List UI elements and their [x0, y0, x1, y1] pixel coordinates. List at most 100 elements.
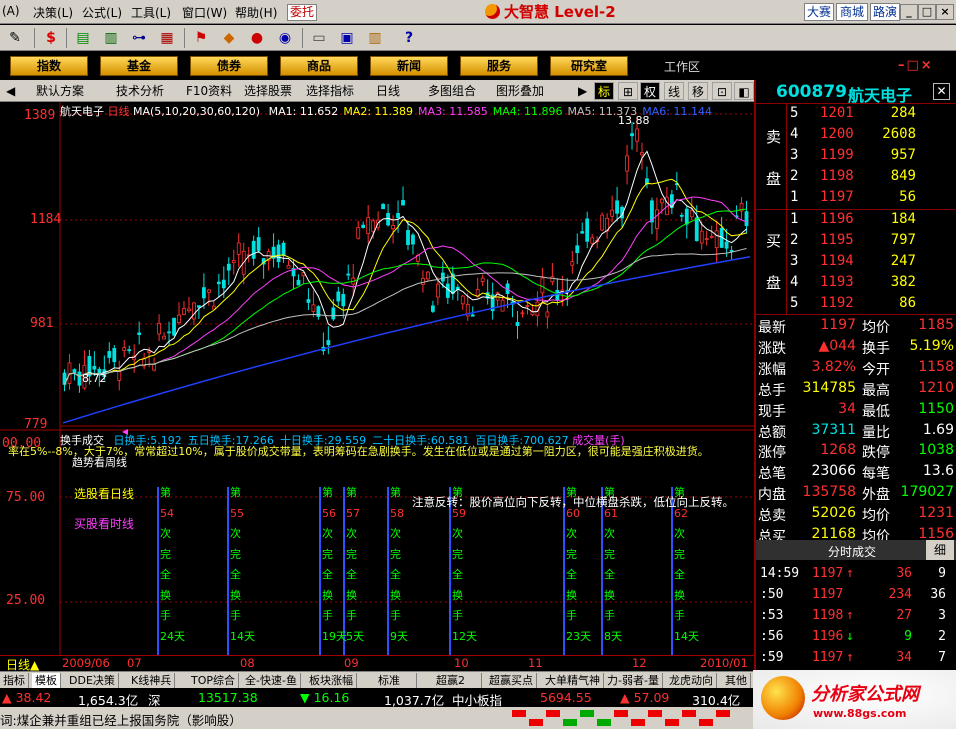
ma-value-number: 11.389 — [374, 105, 414, 118]
restore-icon[interactable]: ⊡ — [712, 82, 732, 100]
tab-template[interactable]: 模板 — [32, 673, 61, 688]
rights-button[interactable]: 权 — [640, 82, 660, 100]
buy-level[interactable]: 2 1195 797 — [756, 231, 956, 252]
select-stock-menu[interactable]: 选择股票 — [244, 82, 292, 100]
circle-icon[interactable]: ● — [246, 28, 268, 48]
menu-decision[interactable]: 决策(L) — [33, 4, 73, 21]
close-button[interactable]: × — [936, 4, 954, 20]
tab-big-order[interactable]: 大单精气神 — [542, 673, 604, 688]
candle-body — [430, 305, 435, 312]
sell-level[interactable]: 5 1201 284 — [756, 104, 956, 125]
workarea-label[interactable]: 工作区 — [664, 58, 700, 75]
menu-window[interactable]: 窗口(W) — [182, 4, 227, 21]
flag-icon[interactable]: ⚑ — [190, 28, 212, 48]
overlay-menu[interactable]: 图形叠加 — [496, 82, 544, 100]
sell-level[interactable]: 2 1198 849 — [756, 167, 956, 188]
tab-standard[interactable]: 标准 — [362, 673, 417, 688]
nav-bond-button[interactable]: 债券 — [190, 56, 268, 76]
sell-level[interactable]: 1 1197 56 — [756, 188, 956, 209]
dollar-icon[interactable]: $ — [40, 28, 62, 48]
quick-contest-button[interactable]: 大赛 — [804, 3, 834, 21]
bars-icon[interactable]: ▤ — [72, 28, 94, 48]
nav-news-button[interactable]: 新闻 — [370, 56, 448, 76]
tab-super2[interactable]: 超赢2 — [420, 673, 482, 688]
tab-dragon-tiger[interactable]: 龙虎动向 — [666, 673, 717, 688]
signal-text: 手 — [674, 609, 685, 622]
level-price: 1200 — [820, 126, 854, 142]
mark-button[interactable]: 标 — [594, 82, 614, 100]
crosshair-icon[interactable]: ⊞ — [618, 82, 638, 100]
menu-formula[interactable]: 公式(L) — [82, 4, 122, 21]
tab-dde[interactable]: DDE决策 — [66, 673, 119, 688]
diamond-icon[interactable]: ◆ — [218, 28, 240, 48]
tab-fast-fish[interactable]: 全-快速-鱼 — [242, 673, 301, 688]
chart-icon[interactable]: ▥ — [100, 28, 122, 48]
binoculars-icon[interactable]: ⊶ — [128, 28, 150, 48]
scroll-left-icon[interactable]: ◀ — [6, 82, 15, 100]
nav-index-button[interactable]: 指数 — [10, 56, 88, 76]
sell-level[interactable]: 3 1199 957 — [756, 146, 956, 167]
chart-area[interactable]: 航天电子 日线 MA(5,10,20,30,60,120) MA1: 11.65… — [0, 102, 754, 655]
nav-window-controls[interactable]: –□× — [898, 58, 934, 73]
candle-body — [182, 308, 186, 315]
tab-other[interactable]: 其他 — [722, 673, 751, 688]
entrust-button[interactable]: 委托 — [287, 4, 317, 21]
tech-analysis-menu[interactable]: 技术分析 — [116, 82, 164, 100]
indicator-subtitle: 趋势看周线 — [72, 456, 127, 469]
minimize-button[interactable]: _ — [900, 4, 918, 20]
trades-detail-tab[interactable]: 细 — [926, 540, 954, 560]
nav-fund-button[interactable]: 基金 — [100, 56, 178, 76]
tab-indicator[interactable]: 指标 — [0, 673, 29, 688]
move-button[interactable]: 移 — [688, 82, 708, 100]
tab-top[interactable]: TOP综合 — [188, 673, 240, 688]
nav-service-button[interactable]: 服务 — [460, 56, 538, 76]
tab-weak-volume[interactable]: 力-弱者-量 — [604, 673, 663, 688]
news-box — [614, 710, 628, 717]
select-indicator-menu[interactable]: 选择指标 — [306, 82, 354, 100]
nav-commodity-button[interactable]: 商品 — [280, 56, 358, 76]
help-pointer-icon[interactable]: ? — [398, 28, 420, 48]
menu-a[interactable]: (A) — [2, 4, 20, 18]
buy-level[interactable]: 5 1192 86 — [756, 294, 956, 315]
print-icon[interactable]: ▭ — [308, 28, 330, 48]
news-headline[interactable]: 词:煤企兼并重组已经上报国务院（影响股） — [0, 710, 242, 729]
candle-body — [296, 279, 301, 286]
candle-body — [192, 302, 196, 320]
buy-level[interactable]: 4 1193 382 — [756, 273, 956, 294]
expand-icon[interactable]: ◧ — [734, 82, 754, 100]
trade-count: 9 — [938, 566, 946, 581]
ruler-icon[interactable]: ✎ — [4, 28, 26, 48]
window-icon[interactable]: ▣ — [336, 28, 358, 48]
close-panel-icon[interactable]: ✕ — [933, 83, 950, 100]
menu-help[interactable]: 帮助(H) — [235, 4, 277, 21]
grid-icon[interactable]: ▦ — [156, 28, 178, 48]
f10-menu[interactable]: F10资料 — [186, 82, 232, 100]
disc-icon[interactable]: ◉ — [274, 28, 296, 48]
sell-level[interactable]: 4 1200 2608 — [756, 125, 956, 146]
books-icon[interactable]: ▥ — [364, 28, 386, 48]
index3-change: ▲ 57.09 — [620, 690, 670, 705]
default-scheme-menu[interactable]: 默认方案 — [36, 82, 84, 100]
candle-body — [550, 276, 555, 283]
multi-chart-menu[interactable]: 多图组合 — [428, 82, 476, 100]
quick-roadshow-button[interactable]: 路演 — [870, 3, 900, 21]
tab-kline-god[interactable]: K线神兵 — [128, 673, 176, 688]
menu-tools[interactable]: 工具(L) — [131, 4, 171, 21]
tab-super-buy[interactable]: 超赢买点 — [486, 673, 537, 688]
tab-sector-rise[interactable]: 板块涨幅 — [306, 673, 357, 688]
news-box — [512, 710, 526, 717]
buy-level[interactable]: 1 1196 184 — [756, 210, 956, 231]
nav-research-button[interactable]: 研究室 — [550, 56, 628, 76]
play-icon[interactable]: ▶ — [578, 82, 587, 100]
trades-title[interactable]: 分时成交 — [828, 543, 876, 560]
signal-text: 手 — [452, 609, 463, 622]
quote-value: ▲044 — [818, 337, 857, 354]
trade-row: :56 1196 ↓ 9 2 — [756, 627, 956, 648]
line-button[interactable]: 线 — [664, 82, 684, 100]
quote-value: 1268 — [820, 442, 856, 459]
maximize-button[interactable]: □ — [918, 4, 936, 20]
quick-mall-button[interactable]: 商城 — [836, 3, 868, 21]
toolbar-separator — [66, 28, 67, 48]
period-menu[interactable]: 日线 — [376, 82, 400, 100]
buy-level[interactable]: 3 1194 247 — [756, 252, 956, 273]
